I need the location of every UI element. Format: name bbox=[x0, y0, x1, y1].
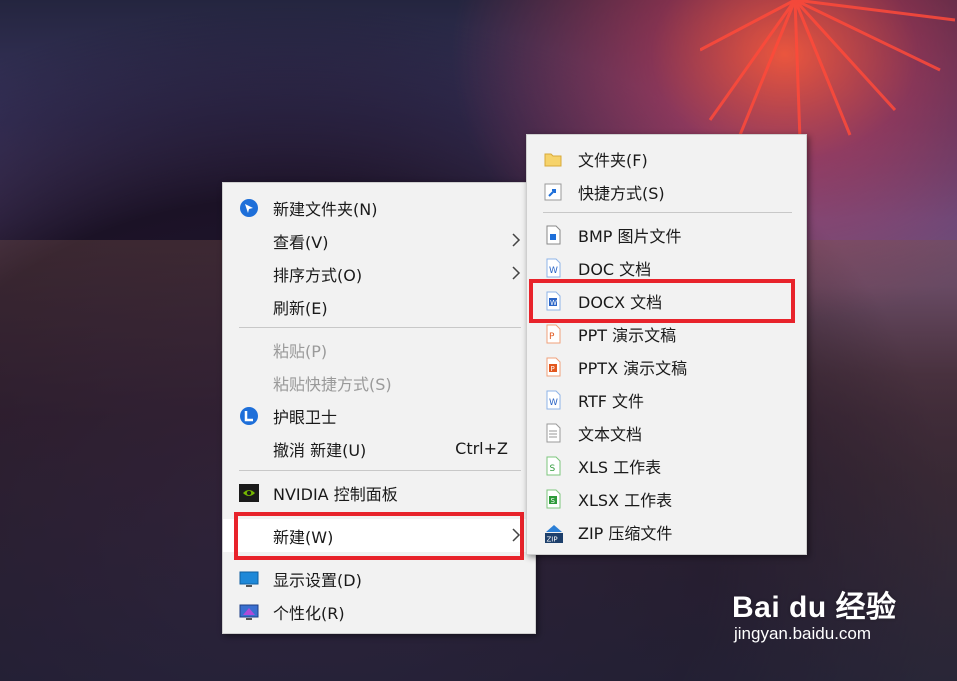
nvidia-icon bbox=[239, 483, 259, 503]
menu-item-label: 护眼卫士 bbox=[273, 407, 338, 427]
menu-item-paste: 粘贴(P) bbox=[223, 333, 535, 366]
submenu-item-bmp[interactable]: BMP 图片文件 bbox=[527, 218, 806, 251]
menu-item-label: 显示设置(D) bbox=[273, 570, 362, 590]
submenu-item-label: XLSX 工作表 bbox=[578, 490, 673, 510]
menu-item-personalize[interactable]: 个性化(R) bbox=[223, 595, 535, 628]
menu-item-label: 查看(V) bbox=[273, 232, 329, 252]
menu-item-sort-by[interactable]: 排序方式(O) bbox=[223, 257, 535, 290]
ppt-file-icon: P bbox=[543, 324, 563, 344]
submenu-item-label: RTF 文件 bbox=[578, 391, 645, 411]
svg-text:W: W bbox=[549, 398, 558, 408]
menu-item-label: 个性化(R) bbox=[273, 603, 345, 623]
menu-item-shortcut: Ctrl+Z bbox=[455, 439, 508, 458]
desktop-context-menu: 新建文件夹(N) 查看(V) 排序方式(O) 刷新(E) 粘贴(P) 粘贴快捷方… bbox=[222, 182, 536, 634]
xls-file-icon: S bbox=[543, 456, 563, 476]
zip-file-icon: ZIP bbox=[543, 522, 563, 544]
submenu-item-label: ZIP 压缩文件 bbox=[578, 523, 673, 543]
sunburst-rays bbox=[700, 0, 956, 140]
submenu-item-label: 快捷方式(S) bbox=[578, 183, 665, 203]
menu-item-new-folder[interactable]: 新建文件夹(N) bbox=[223, 191, 535, 224]
submenu-item-zip[interactable]: ZIP ZIP 压缩文件 bbox=[527, 515, 806, 548]
menu-separator bbox=[543, 212, 792, 213]
submenu-item-label: BMP 图片文件 bbox=[578, 226, 682, 246]
submenu-item-label: DOC 文档 bbox=[578, 259, 652, 279]
menu-item-label: 撤消 新建(U) bbox=[273, 440, 367, 460]
highlight-box-new bbox=[234, 512, 524, 560]
svg-text:P: P bbox=[549, 332, 555, 342]
submenu-item-label: 文件夹(F) bbox=[578, 150, 648, 170]
submenu-item-label: 文本文档 bbox=[578, 424, 643, 444]
menu-item-refresh[interactable]: 刷新(E) bbox=[223, 290, 535, 323]
svg-text:S: S bbox=[551, 497, 556, 505]
submenu-item-text[interactable]: 文本文档 bbox=[527, 416, 806, 449]
submenu-item-xls[interactable]: S XLS 工作表 bbox=[527, 449, 806, 482]
submenu-item-pptx[interactable]: P PPTX 演示文稿 bbox=[527, 350, 806, 383]
text-file-icon bbox=[543, 423, 563, 443]
watermark-brand: Bai du 经验 bbox=[732, 591, 897, 624]
xlsx-file-icon: S bbox=[543, 489, 563, 509]
svg-text:ZIP: ZIP bbox=[547, 536, 558, 544]
watermark-url: jingyan.baidu.com bbox=[734, 624, 872, 643]
menu-item-display-settings[interactable]: 显示设置(D) bbox=[223, 562, 535, 595]
submenu-item-shortcut[interactable]: 快捷方式(S) bbox=[527, 175, 806, 208]
menu-item-label: 粘贴快捷方式(S) bbox=[273, 374, 392, 394]
display-settings-icon bbox=[239, 569, 259, 589]
menu-item-eye-guard[interactable]: 护眼卫士 bbox=[223, 399, 535, 432]
folder-icon bbox=[543, 149, 563, 169]
new-submenu: 文件夹(F) 快捷方式(S) BMP 图片文件 W DOC 文档 W DOCX … bbox=[526, 134, 807, 555]
rtf-file-icon: W bbox=[543, 390, 563, 410]
submenu-item-rtf[interactable]: W RTF 文件 bbox=[527, 383, 806, 416]
menu-separator bbox=[239, 327, 521, 328]
submenu-item-folder[interactable]: 文件夹(F) bbox=[527, 142, 806, 175]
submenu-item-label: XLS 工作表 bbox=[578, 457, 662, 477]
menu-item-undo-new[interactable]: 撤消 新建(U) Ctrl+Z bbox=[223, 432, 535, 465]
menu-item-nvidia[interactable]: NVIDIA 控制面板 bbox=[223, 476, 535, 509]
submenu-item-label: PPT 演示文稿 bbox=[578, 325, 677, 345]
doc-file-icon: W bbox=[543, 258, 563, 278]
chevron-right-icon bbox=[512, 233, 521, 247]
pptx-file-icon: P bbox=[543, 357, 563, 377]
svg-text:P: P bbox=[551, 365, 555, 373]
submenu-item-label: PPTX 演示文稿 bbox=[578, 358, 688, 378]
menu-item-view[interactable]: 查看(V) bbox=[223, 224, 535, 257]
menu-item-label: NVIDIA 控制面板 bbox=[273, 484, 398, 504]
menu-item-label: 粘贴(P) bbox=[273, 341, 328, 361]
svg-text:W: W bbox=[549, 266, 558, 276]
submenu-item-xlsx[interactable]: S XLSX 工作表 bbox=[527, 482, 806, 515]
highlight-box-docx bbox=[529, 279, 795, 323]
shortcut-icon bbox=[543, 182, 563, 202]
chevron-right-icon bbox=[512, 266, 521, 280]
menu-item-label: 刷新(E) bbox=[273, 298, 328, 318]
eye-guard-icon bbox=[239, 406, 259, 426]
personalize-icon bbox=[239, 602, 259, 622]
menu-item-paste-shortcut: 粘贴快捷方式(S) bbox=[223, 366, 535, 399]
svg-text:S: S bbox=[550, 464, 556, 474]
menu-item-label: 新建文件夹(N) bbox=[273, 199, 378, 219]
new-folder-app-icon bbox=[239, 198, 259, 218]
bmp-file-icon bbox=[543, 225, 563, 245]
menu-separator bbox=[239, 470, 521, 471]
menu-item-label: 排序方式(O) bbox=[273, 265, 363, 285]
